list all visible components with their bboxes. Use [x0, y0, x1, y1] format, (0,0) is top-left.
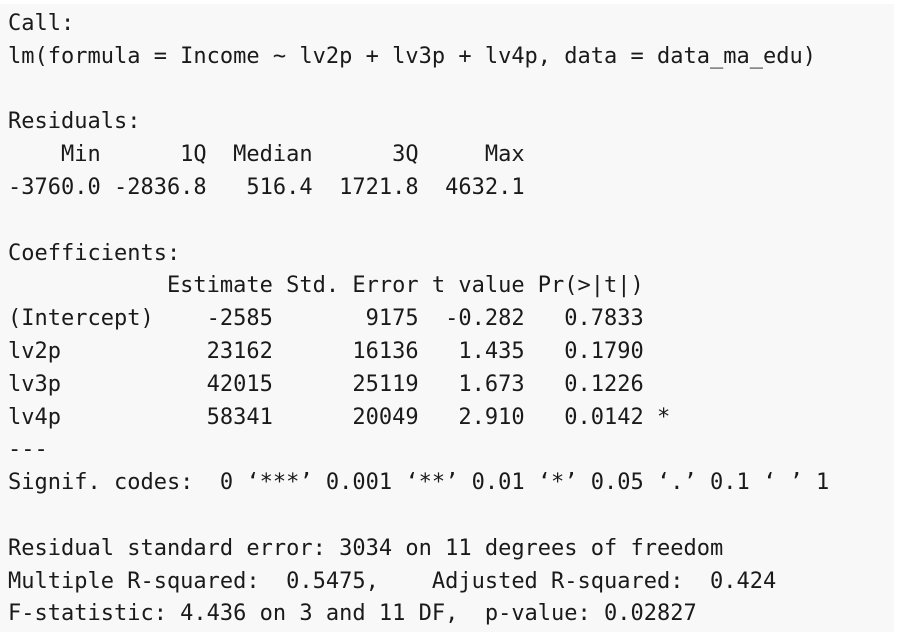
coefficient-row-lv4p: lv4p 58341 20049 2.910 0.0142 * [8, 404, 671, 430]
call-header: Call: [8, 11, 75, 36]
r-console-output: Call: lm(formula = Income ~ lv2p + lv3p … [0, 4, 894, 632]
residuals-values-row: -3760.0 -2836.8 516.4 1721.8 4632.1 [8, 174, 538, 200]
coefficient-row-intercept: (Intercept) -2585 9175 -0.282 0.7833 [8, 306, 671, 332]
coefficients-header: Coefficients: [8, 240, 181, 266]
residual-standard-error-line: Residual standard error: 3034 on 11 degr… [8, 535, 724, 561]
separator-line: --- [8, 437, 48, 463]
coefficient-row-lv3p: lv3p 42015 25119 1.673 0.1226 [8, 371, 671, 397]
call-formula: lm(formula = Income ~ lv2p + lv3p + lv4p… [8, 43, 816, 69]
coefficients-column-header-row: Estimate Std. Error t value Pr(>|t|) [8, 273, 671, 299]
signif-codes-line: Signif. codes: 0 ‘***’ 0.001 ‘**’ 0.01 ‘… [8, 470, 830, 496]
coefficient-row-lv2p: lv2p 23162 16136 1.435 0.1790 [8, 338, 671, 364]
residuals-header: Residuals: [8, 109, 141, 135]
r-squared-line: Multiple R-squared: 0.5475, Adjusted R-s… [8, 568, 790, 594]
f-statistic-line: F-statistic: 4.436 on 3 and 11 DF, p-val… [8, 601, 697, 627]
residuals-labels-row: Min 1Q Median 3Q Max [8, 142, 538, 168]
